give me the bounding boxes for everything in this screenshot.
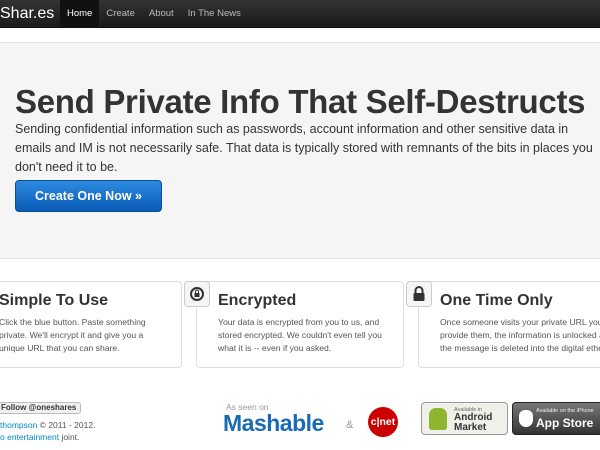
feature-description: Your data is encrypted from you to us, a… xyxy=(218,317,382,353)
credit-line: o entertainment joint. xyxy=(0,432,79,442)
cnet-logo[interactable]: c|net xyxy=(368,407,398,437)
feature-encrypted: Encrypted Your data is encrypted from yo… xyxy=(184,281,404,368)
refresh-lock-icon xyxy=(184,281,210,307)
author-link[interactable]: thompson xyxy=(0,420,37,430)
feature-title: One Time Only xyxy=(440,292,553,309)
android-market-badge[interactable]: Available in Android Market xyxy=(421,402,508,435)
hero-unit: Send Private Info That Self-Destructs Se… xyxy=(0,42,600,259)
mashable-logo[interactable]: Mashable xyxy=(223,410,324,437)
app-store-badge-small: Available on the iPhone xyxy=(536,408,594,414)
company-link[interactable]: o entertainment xyxy=(0,432,59,442)
app-store-badge-title: App Store xyxy=(536,416,594,430)
copyright-line: thompson © 2011 - 2012. xyxy=(0,420,95,430)
feature-simple-to-use: Simple To Use Click the blue button. Pas… xyxy=(0,281,182,368)
nav-item-about[interactable]: About xyxy=(142,0,181,28)
credit-text: joint. xyxy=(59,432,80,442)
nav-item-home[interactable]: Home xyxy=(60,0,100,28)
feature-one-time-only: One Time Only Once someone visits your p… xyxy=(406,281,600,368)
create-one-now-button[interactable]: Create One Now » xyxy=(15,180,162,212)
follow-button[interactable]: Follow @oneshares xyxy=(0,402,82,414)
padlock-icon xyxy=(406,281,432,307)
ampersand: & xyxy=(346,419,354,431)
footer: Follow @oneshares thompson © 2011 - 2012… xyxy=(0,392,600,450)
android-badge-subtitle: Market xyxy=(454,422,487,433)
nav-item-in-the-news[interactable]: In The News xyxy=(181,0,248,28)
hero-title: Send Private Info That Self-Destructs xyxy=(15,83,586,120)
top-navbar: Shar.es Home Create About In The News xyxy=(0,0,600,28)
brand-logo[interactable]: Shar.es xyxy=(0,5,54,25)
feature-title: Encrypted xyxy=(218,292,297,309)
hero-description: Sending confidential information such as… xyxy=(15,122,593,174)
nav-menu: Home Create About In The News xyxy=(60,0,248,28)
feature-title: Simple To Use xyxy=(0,292,109,309)
apple-icon xyxy=(519,410,533,427)
android-icon xyxy=(429,408,447,430)
feature-description: Once someone visits your private URL you… xyxy=(440,317,600,353)
copyright-text: © 2011 - 2012. xyxy=(37,420,96,430)
app-store-badge[interactable]: Available on the iPhone App Store xyxy=(512,402,600,435)
nav-item-create[interactable]: Create xyxy=(99,0,142,28)
feature-description: Click the blue button. Paste something p… xyxy=(0,317,146,353)
